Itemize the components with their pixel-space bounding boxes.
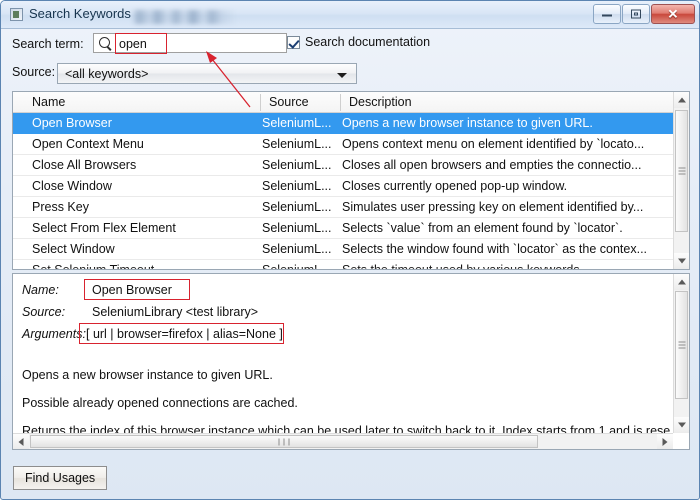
- cell-name: Close Window: [32, 179, 112, 193]
- cell-description: Opens context menu on element identified…: [342, 137, 645, 151]
- table-header-row: Name Source Description: [13, 92, 689, 113]
- cell-name: Select From Flex Element: [32, 221, 176, 235]
- cell-name: Open Browser: [32, 116, 112, 130]
- detail-name-value: Open Browser: [92, 283, 172, 297]
- table-row[interactable]: Select From Flex Element SeleniumL... Se…: [13, 218, 689, 239]
- table-row[interactable]: Open Browser SeleniumL... Opens a new br…: [13, 113, 689, 134]
- chevron-down-icon: [337, 73, 347, 78]
- doc-paragraph: Opens a new browser instance to given UR…: [22, 368, 273, 382]
- cell-description: Opens a new browser instance to given UR…: [342, 116, 593, 130]
- table-row[interactable]: Select Window SeleniumL... Selects the w…: [13, 239, 689, 260]
- detail-scrollbar-thumb[interactable]: [675, 291, 688, 399]
- keyword-results-table[interactable]: Name Source Description Open Browser Sel…: [12, 91, 690, 270]
- table-row[interactable]: Close All Browsers SeleniumL... Closes a…: [13, 155, 689, 176]
- hscrollbar-thumb[interactable]: [30, 435, 538, 448]
- cell-description: Simulates user pressing key on element i…: [342, 200, 644, 214]
- redacted-title-text: [132, 10, 237, 24]
- detail-source-label: Source:: [22, 305, 66, 319]
- cell-source: SeleniumL...: [262, 200, 332, 214]
- scroll-down-button[interactable]: [674, 253, 689, 269]
- cell-source: SeleniumL...: [262, 242, 332, 256]
- source-label: Source:: [12, 65, 56, 79]
- source-dropdown[interactable]: <all keywords>: [57, 63, 357, 84]
- cell-name: Close All Browsers: [32, 158, 137, 172]
- maximize-icon: [631, 9, 641, 19]
- cell-description: Closes currently opened pop-up window.: [342, 179, 568, 193]
- column-header-name[interactable]: Name: [32, 95, 65, 109]
- cell-source: SeleniumL...: [262, 158, 332, 172]
- cell-description: Closes all open browsers and empties the…: [342, 158, 642, 172]
- minimize-icon: [602, 12, 612, 17]
- close-button[interactable]: ✕: [651, 4, 695, 24]
- column-header-description[interactable]: Description: [349, 95, 412, 109]
- detail-scroll-up-button[interactable]: [674, 274, 689, 290]
- table-body: Open Browser SeleniumL... Opens a new br…: [13, 113, 689, 269]
- detail-source-value: SeleniumLibrary <test library>: [92, 305, 259, 319]
- cell-source: SeleniumL...: [262, 179, 332, 193]
- search-keywords-dialog: Search Keywords ✕ Search term: open Sear…: [0, 0, 700, 500]
- scrollbar-grip-icon: [678, 340, 685, 351]
- cell-source: SeleniumL...: [262, 221, 332, 235]
- table-row[interactable]: Close Window SeleniumL... Closes current…: [13, 176, 689, 197]
- window-controls: ✕: [592, 4, 695, 25]
- scrollbar-grip-icon: [678, 166, 685, 177]
- source-dropdown-value: <all keywords>: [65, 67, 149, 81]
- scrollbar-thumb[interactable]: [675, 110, 688, 232]
- table-row[interactable]: Press Key SeleniumL... Simulates user pr…: [13, 197, 689, 218]
- scroll-left-button[interactable]: [13, 434, 29, 449]
- table-row[interactable]: Set Selenium Timeout SeleniumL... Sets t…: [13, 260, 689, 269]
- window-title: Search Keywords: [29, 6, 131, 21]
- detail-arguments-label: Arguments:: [22, 327, 86, 341]
- checkbox-checked-icon: [287, 36, 300, 49]
- cell-description: Selects the window found with `locator` …: [342, 242, 648, 256]
- search-input[interactable]: open: [93, 33, 287, 53]
- maximize-button[interactable]: [622, 4, 650, 24]
- search-input-value: open: [119, 37, 147, 51]
- cell-name: Press Key: [32, 200, 89, 214]
- detail-scroll-down-button[interactable]: [674, 417, 689, 433]
- table-row[interactable]: Open Context Menu SeleniumL... Opens con…: [13, 134, 689, 155]
- keyword-detail-panel: Name: Open Browser Source: SeleniumLibra…: [12, 273, 690, 450]
- search-documentation-label: Search documentation: [305, 35, 431, 49]
- detail-vertical-scrollbar[interactable]: [673, 274, 689, 433]
- search-icon: [99, 37, 110, 48]
- app-icon: [10, 8, 23, 21]
- minimize-button[interactable]: [593, 4, 621, 24]
- detail-name-label: Name:: [22, 283, 59, 297]
- find-usages-button[interactable]: Find Usages: [13, 466, 108, 490]
- cell-name: Open Context Menu: [32, 137, 144, 151]
- cell-description: Selects `value` from an element found by…: [342, 221, 623, 235]
- detail-arguments-value: [ url | browser=firefox | alias=None ]: [86, 327, 283, 341]
- detail-horizontal-scrollbar[interactable]: [13, 433, 673, 449]
- scroll-up-button[interactable]: [674, 92, 689, 108]
- cell-source: SeleniumL...: [262, 116, 332, 130]
- scrollbar-grip-icon: [277, 438, 292, 445]
- doc-paragraph: Possible already opened connections are …: [22, 396, 298, 410]
- title-bar: Search Keywords ✕: [1, 1, 699, 29]
- close-icon: ✕: [667, 6, 679, 22]
- cell-source: SeleniumL...: [262, 137, 332, 151]
- cell-name: Select Window: [32, 242, 115, 256]
- scroll-right-button[interactable]: [657, 434, 673, 449]
- table-vertical-scrollbar[interactable]: [673, 92, 689, 269]
- search-term-label: Search term:: [12, 37, 84, 51]
- row-clip-fade: [13, 267, 689, 269]
- column-header-source[interactable]: Source: [269, 95, 309, 109]
